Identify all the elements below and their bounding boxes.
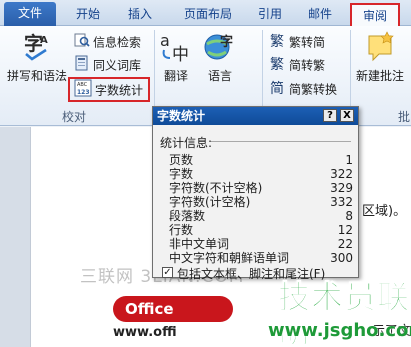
tab-page-layout[interactable]: 页面布局 (168, 3, 248, 26)
svg-text:繁: 繁 (270, 57, 284, 71)
to-traditional-button[interactable]: 繁 简转繁 (270, 55, 325, 75)
word-count-dialog: 字数统计 ? X 统计信息: 页数 1 字数 322 字符数(不计空格) 329… (152, 106, 359, 281)
language-label: 语言 (207, 69, 232, 83)
word-count-highlight (68, 77, 150, 102)
close-button[interactable]: X (340, 109, 354, 122)
stat-row: 行数 12 (169, 223, 353, 237)
translate-label: 翻译 (163, 69, 188, 83)
stat-label: 段落数 (169, 209, 206, 223)
tab-insert[interactable]: 插入 (118, 3, 162, 26)
help-button[interactable]: ? (323, 109, 337, 122)
office-url-text: www.offi (113, 325, 177, 340)
new-comment-icon (363, 31, 397, 67)
stat-label: 字数 (169, 167, 194, 181)
stat-row: 字符数(计空格) 332 (169, 195, 353, 209)
svg-text:a: a (160, 31, 170, 50)
stat-label: 非中文单词 (169, 237, 230, 251)
spelling-grammar-button[interactable]: 字 A 拼写和语法 (6, 30, 68, 84)
traditional-char-icon: 繁 (270, 32, 286, 54)
research-button[interactable]: 信息检索 (74, 32, 141, 52)
stat-value: 1 (345, 153, 353, 167)
office-logo-badge: Office (113, 296, 233, 322)
spelling-grammar-icon: 字 A (20, 32, 54, 65)
new-comment-label: 新建批注 (355, 69, 404, 83)
to-simplified-label: 繁转简 (289, 35, 326, 50)
stat-value: 329 (330, 181, 353, 195)
tab-mailings[interactable]: 邮件 (296, 3, 344, 26)
new-comment-button[interactable]: 新建批注 (352, 30, 408, 84)
stat-label: 字符数(计空格) (169, 195, 251, 209)
stat-row: 段落数 8 (169, 209, 353, 223)
conversion-label: 简繁转换 (289, 82, 338, 97)
stat-row: 非中文单词 22 (169, 237, 353, 251)
svg-text:A: A (40, 35, 48, 46)
conversion-button[interactable]: 简 简繁转换 (270, 79, 337, 99)
stat-value: 12 (337, 223, 353, 237)
site-logo-url: www.jsgho.com (268, 320, 411, 341)
stat-value: 322 (330, 167, 353, 181)
include-textboxes-checkbox[interactable]: ✓ (162, 267, 173, 278)
tab-file[interactable]: 文件 (4, 2, 56, 26)
svg-text:繁: 繁 (270, 34, 284, 48)
translate-icon: a 中 (158, 31, 194, 67)
document-text: 区域)。 (362, 204, 407, 219)
research-icon (74, 32, 90, 54)
stat-label: 行数 (169, 223, 194, 237)
stat-value: 332 (330, 195, 353, 209)
thesaurus-button[interactable]: 同义词库 (74, 55, 141, 75)
tab-review[interactable]: 审阅 (350, 3, 400, 26)
stat-row: 页数 1 (169, 153, 353, 167)
stat-value: 8 (345, 209, 353, 223)
research-label: 信息检索 (93, 35, 142, 50)
tab-references[interactable]: 引用 (250, 3, 290, 26)
to-simplified-button[interactable]: 繁 繁转简 (270, 32, 325, 52)
conversion-icon: 简 (270, 79, 286, 101)
svg-text:中: 中 (172, 45, 189, 64)
stat-value: 22 (337, 237, 353, 251)
to-traditional-label: 简转繁 (289, 58, 326, 73)
svg-text:简: 简 (270, 80, 284, 95)
section-divider (211, 141, 351, 142)
statistics-heading: 统计信息: (160, 136, 213, 150)
translate-button[interactable]: a 中 翻译 (156, 30, 196, 84)
ribbon-tab-bar: 文件 开始 插入 页面布局 引用 邮件 审阅 (0, 0, 411, 26)
stat-value: 300 (330, 251, 353, 265)
tab-home[interactable]: 开始 (62, 3, 114, 26)
simplified-char-icon: 繁 (270, 55, 286, 77)
stat-label: 字符数(不计空格) (169, 181, 263, 195)
thesaurus-label: 同义词库 (93, 58, 142, 73)
svg-text:字: 字 (220, 34, 233, 50)
stat-label: 中文字符和朝鲜语单词 (169, 251, 290, 265)
proofing-group-label: 校对 (62, 110, 87, 124)
thesaurus-icon (74, 55, 90, 77)
stat-row: 中文字符和朝鲜语单词 300 (169, 251, 353, 265)
stat-row: 字数 322 (169, 167, 353, 181)
spelling-grammar-label: 拼写和语法 (6, 69, 67, 83)
stat-row: 字符数(不计空格) 329 (169, 181, 353, 195)
stat-label: 页数 (169, 153, 194, 167)
language-button[interactable]: 字 语言 (200, 30, 240, 84)
comments-group-label: 批 (398, 110, 411, 124)
globe-icon: 字 (202, 34, 238, 67)
